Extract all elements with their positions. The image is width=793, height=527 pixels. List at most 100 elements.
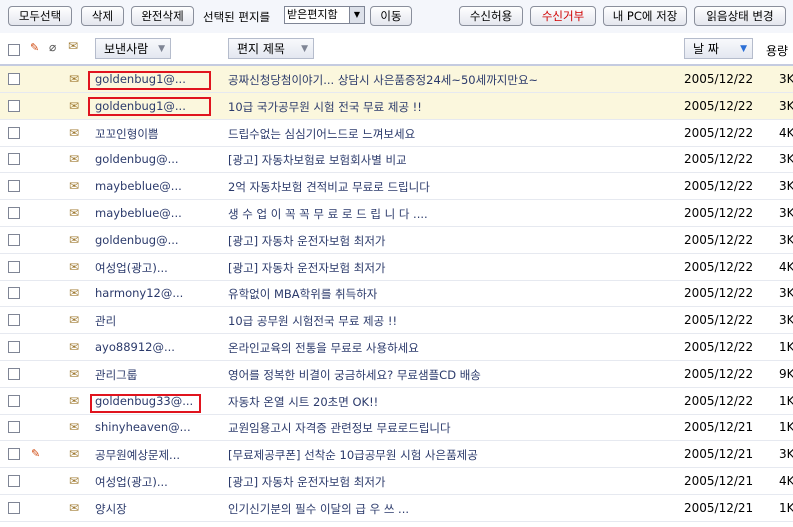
row-checkbox[interactable] — [8, 287, 20, 300]
subject-cell[interactable]: 영어를 정복한 비결이 궁금하세요? 무료샘플CD 배송 — [228, 367, 668, 383]
size-cell: 4K — [779, 259, 793, 274]
subject-cell[interactable]: [광고] 자동차 운전자보험 최저가 — [228, 474, 668, 490]
table-row[interactable]: ✉ maybeblue@... 2억 자동차보험 견적비교 무료로 드립니다 2005… — [0, 173, 793, 201]
flag-icon[interactable]: ✎ — [31, 447, 40, 460]
sender-cell[interactable]: 여성업(광고)... — [95, 260, 215, 276]
chevron-down-icon[interactable]: ▼ — [349, 7, 364, 23]
sort-down-icon: ▼ — [740, 44, 747, 54]
subject-cell[interactable]: 10급 국가공무원 시험 전국 무료 제공 !! — [228, 99, 668, 115]
date-cell: 2005/12/21 — [684, 474, 754, 488]
table-row[interactable]: ✉ 여성업(광고)... [광고] 자동차 운전자보험 최저가 2005/12/22 4… — [0, 254, 793, 281]
flag-icon[interactable]: ✎ — [30, 41, 39, 54]
row-checkbox[interactable] — [8, 153, 20, 166]
envelope-icon: ✉ — [69, 286, 80, 301]
delete-permanently-button[interactable]: 완전삭제 — [131, 6, 194, 26]
date-column-header[interactable]: 날 짜 ▼ — [684, 38, 753, 59]
row-checkbox[interactable] — [8, 394, 20, 407]
subject-column-header[interactable]: 편지 제목 ▼ — [228, 38, 314, 59]
table-row[interactable]: ✉ goldenbug@... [광고] 자동차 운전자보험 최저가 2005/12/… — [0, 227, 793, 254]
envelope-icon: ✉ — [69, 232, 80, 247]
row-checkbox[interactable] — [8, 126, 20, 139]
subject-cell[interactable]: 생 수 업 이 꼭 꼭 무 료 로 드 립 니 다 .... — [228, 206, 668, 222]
subject-cell[interactable]: 인기신기분의 필수 이달의 급 우 쓰 ... — [228, 501, 668, 517]
table-row[interactable]: ✉ shinyheaven@... 교원임용고시 자격증 관련정보 무료로드립니다 2… — [0, 414, 793, 442]
table-row[interactable]: ✉ 관리 10급 공무원 시험전국 무료 제공 !! 2005/12/22 3K — [0, 307, 793, 335]
sender-cell[interactable]: shinyheaven@... — [95, 420, 215, 434]
table-row[interactable]: ✉ harmony12@... 유학없이 MBA학위를 취득하자 2005/12/22… — [0, 280, 793, 308]
sender-cell[interactable]: 꼬꼬인형이쁨 — [95, 126, 215, 142]
sender-cell[interactable]: 양시장 — [95, 501, 215, 517]
envelope-icon[interactable]: ✉ — [68, 39, 78, 53]
row-checkbox[interactable] — [8, 233, 20, 246]
subject-cell[interactable]: 유학없이 MBA학위를 취득하자 — [228, 286, 668, 302]
sender-cell[interactable]: ayo88912@... — [95, 340, 215, 354]
table-row[interactable]: ✉ 관리그룹 영어를 정복한 비결이 궁금하세요? 무료샘플CD 배송 2005/12… — [0, 361, 793, 388]
annotation-box — [90, 394, 201, 413]
sender-cell[interactable]: maybeblue@... — [95, 206, 215, 220]
row-checkbox[interactable] — [8, 475, 20, 487]
list-header: ✎ ⌀ ✉ 보낸사람 ▼ 편지 제목 ▼ 날 짜 ▼ 용량 — [0, 33, 793, 66]
save-to-pc-button[interactable]: 내 PC에 저장 — [603, 6, 687, 26]
mail-toolbar: 모두선택 삭제 완전삭제 선택된 편지를 받은편지함 ▼ 이동 수신허용 수신거… — [0, 0, 793, 34]
delete-button[interactable]: 삭제 — [81, 6, 124, 26]
attachment-icon[interactable]: ⌀ — [49, 40, 56, 54]
subject-cell[interactable]: 드립수없는 심심기어느드로 느껴보세요 — [228, 126, 668, 142]
annotation-box — [88, 71, 211, 90]
row-checkbox[interactable] — [8, 73, 20, 85]
table-row[interactable]: ✉ ayo88912@... 온라인교육의 전통을 무료로 사용하세요 2005/12… — [0, 334, 793, 361]
change-read-status-button[interactable]: 읽음상태 변경 — [694, 6, 786, 26]
row-checkbox[interactable] — [8, 180, 20, 193]
size-cell: 1K — [779, 393, 793, 408]
subject-cell[interactable]: [무료제공쿠폰] 선착순 10급공무원 시험 사은품제공 — [228, 447, 668, 463]
sender-cell[interactable]: goldenbug@... — [95, 152, 215, 166]
size-cell: 3K — [779, 313, 793, 328]
folder-select[interactable]: 받은편지함 ▼ — [284, 6, 365, 24]
envelope-icon: ✉ — [69, 393, 80, 408]
row-checkbox[interactable] — [8, 367, 20, 380]
table-row[interactable]: ✎ ✉ 공무원예상문제... [무료제공쿠폰] 선착순 10급공무원 시험 사은품제공… — [0, 441, 793, 469]
sender-cell[interactable]: harmony12@... — [95, 286, 215, 300]
sender-cell[interactable]: 공무원예상문제... — [95, 447, 215, 463]
table-row[interactable]: ✉ maybeblue@... 생 수 업 이 꼭 꼭 무 료 로 드 립 니 다 … — [0, 200, 793, 227]
subject-cell[interactable]: 공짜신청당첨이야기... 상담시 사은품증정24세~50세까지만요~ — [228, 72, 668, 88]
subject-cell[interactable]: 2억 자동차보험 견적비교 무료로 드립니다 — [228, 179, 668, 195]
row-checkbox[interactable] — [8, 421, 20, 434]
move-button[interactable]: 이동 — [370, 6, 412, 26]
row-checkbox[interactable] — [8, 314, 20, 327]
sender-cell[interactable]: 여성업(광고)... — [95, 474, 215, 490]
envelope-icon: ✉ — [69, 313, 80, 328]
subject-cell[interactable]: [광고] 자동차 운전자보험 최저가 — [228, 233, 668, 249]
allow-sender-button[interactable]: 수신허용 — [459, 6, 523, 26]
row-checkbox[interactable] — [8, 99, 20, 112]
table-row[interactable]: ✉ 양시장 인기신기분의 필수 이달의 급 우 쓰 ... 2005/12/21 1K — [0, 495, 793, 522]
sender-cell[interactable]: goldenbug@... — [95, 233, 215, 247]
row-checkbox[interactable] — [8, 260, 20, 273]
reject-sender-button[interactable]: 수신거부 — [530, 6, 596, 26]
subject-cell[interactable]: [광고] 자동차 운전자보험 최저가 — [228, 260, 668, 276]
subject-cell[interactable]: 교원임용고시 자격증 관련정보 무료로드립니다 — [228, 420, 668, 436]
envelope-icon: ✉ — [69, 152, 80, 167]
table-row[interactable]: ✉ 여성업(광고)... [광고] 자동차 운전자보험 최저가 2005/12/21 4… — [0, 468, 793, 495]
select-all-button[interactable]: 모두선택 — [8, 6, 72, 26]
sender-cell[interactable]: 관리 — [95, 313, 215, 329]
row-checkbox[interactable] — [8, 448, 20, 461]
sender-cell[interactable]: maybeblue@... — [95, 179, 215, 193]
move-label: 선택된 편지를 — [203, 10, 271, 24]
subject-cell[interactable]: 온라인교육의 전통을 무료로 사용하세요 — [228, 340, 668, 356]
table-row[interactable]: ✉ 꼬꼬인형이쁨 드립수없는 심심기어느드로 느껴보세요 2005/12/22 4K — [0, 120, 793, 147]
subject-cell[interactable]: 자동차 온열 시트 20초면 OK!! — [228, 394, 668, 410]
size-cell: 3K — [779, 179, 793, 194]
subject-cell[interactable]: [광고] 자동차보험료 보험회사별 비교 — [228, 152, 668, 168]
sender-column-header[interactable]: 보낸사람 ▼ — [95, 38, 171, 59]
select-all-checkbox[interactable] — [8, 44, 20, 56]
size-cell: 3K — [779, 152, 793, 167]
row-checkbox[interactable] — [8, 341, 20, 353]
table-row[interactable]: ✉ goldenbug@... [광고] 자동차보험료 보험회사별 비교 2005/1… — [0, 146, 793, 174]
envelope-icon: ✉ — [69, 179, 80, 194]
sender-cell[interactable]: 관리그룹 — [95, 367, 215, 383]
row-checkbox[interactable] — [8, 207, 20, 219]
row-checkbox[interactable] — [8, 501, 20, 514]
date-cell: 2005/12/22 — [684, 72, 754, 86]
subject-cell[interactable]: 10급 공무원 시험전국 무료 제공 !! — [228, 313, 668, 329]
chevron-down-icon: ▼ — [158, 44, 165, 54]
